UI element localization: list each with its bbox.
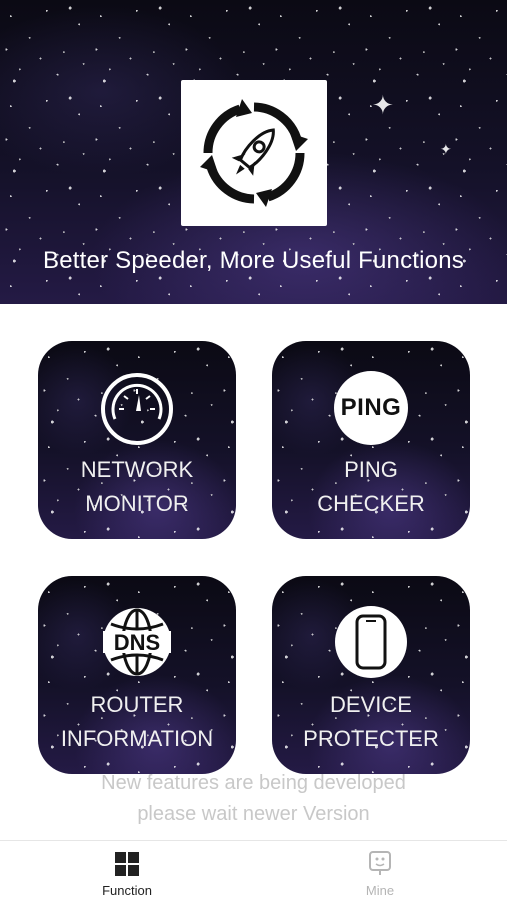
sparkle-icon: ✦	[372, 90, 394, 120]
tab-mine[interactable]: Mine	[320, 841, 440, 901]
tab-mine-label: Mine	[365, 883, 395, 898]
tab-function[interactable]: Function	[67, 841, 187, 901]
network-monitor-card[interactable]: NETWORK MONITOR	[38, 341, 236, 539]
coming-soon-notice: New features are being developed please …	[0, 768, 507, 830]
card-label: CHECKER	[317, 491, 425, 516]
tab-function-label: Function	[102, 883, 152, 898]
ping-icon: PING	[334, 371, 408, 445]
ping-checker-card[interactable]: PING PING CHECKER	[272, 341, 470, 539]
device-protecter-card[interactable]: DEVICE PROTECTER	[272, 576, 470, 774]
grid-icon	[115, 852, 139, 876]
card-label: PROTECTER	[303, 726, 439, 751]
card-label: INFORMATION	[60, 726, 214, 751]
card-label: NETWORK	[80, 457, 194, 482]
tagline: Better Speeder, More Useful Functions	[43, 247, 464, 274]
card-label: MONITOR	[85, 491, 189, 516]
dns-globe-icon: DNS	[103, 608, 171, 676]
notice-line: New features are being developed	[101, 772, 406, 794]
speedometer-icon	[101, 373, 173, 445]
card-label: PING	[344, 457, 398, 482]
app-logo	[181, 80, 327, 226]
notice-line: please wait newer Version	[137, 803, 370, 825]
sparkle-icon: ✦	[440, 141, 452, 157]
router-information-card[interactable]: DNS ROUTER INFORMATION	[38, 576, 236, 774]
card-label: DEVICE	[330, 692, 412, 717]
phone-icon	[335, 606, 407, 678]
bottom-tab-bar: Function Mine	[0, 840, 507, 901]
header-banner: ✦ ✦ Better Speeder, More Useful Function…	[0, 0, 507, 304]
rocket-refresh-icon	[200, 99, 308, 207]
svg-text:DNS: DNS	[114, 630, 160, 655]
card-label: ROUTER	[90, 692, 184, 717]
profile-face-icon	[369, 851, 391, 875]
